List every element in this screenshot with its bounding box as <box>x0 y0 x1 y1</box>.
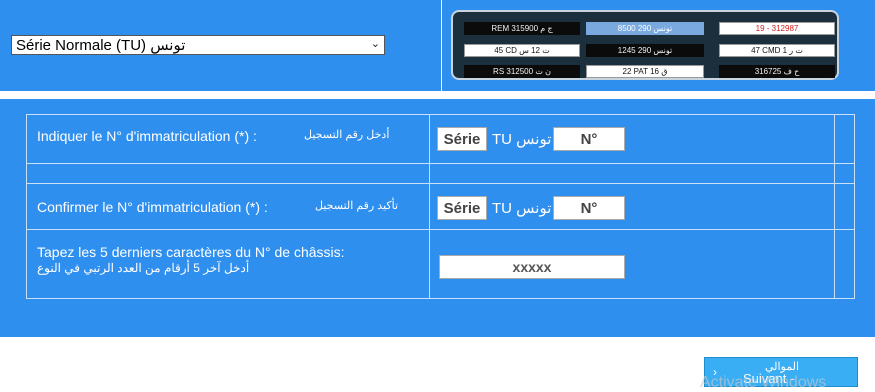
confirm-registration-label-ar: تأكيد رقم التسجيل <box>315 200 399 212</box>
indicate-registration-label-ar: أدخل رقم التسجيل <box>304 129 390 141</box>
confirm-serie-field[interactable]: Série <box>437 196 487 220</box>
series-select-value: Série Normale (TU) تونس <box>16 37 186 54</box>
chassis-label-ar: أدخل آخر 5 أرقام من العدد الرتبي في النو… <box>37 261 250 275</box>
chassis-input[interactable]: xxxxx <box>439 255 625 279</box>
plate-examples-panel: REM 315900 ج م 8500 تونس 290 19 - 312987… <box>451 10 839 80</box>
plate-example: REM 315900 ج م <box>464 22 580 35</box>
indicate-tu-label: TU تونس <box>492 131 552 148</box>
plate-example: 8500 تونس 290 <box>586 22 704 35</box>
column-divider <box>429 114 430 299</box>
plate-example: 45 CD ت 12 س <box>464 44 580 57</box>
plate-example: 22 PAT ق 16 <box>586 65 704 78</box>
confirm-registration-label: Confirmer le N° d'immatriculation (*) : <box>37 199 268 215</box>
plate-example: 19 - 312987 <box>719 22 835 35</box>
top-divider <box>441 0 442 91</box>
chevron-down-icon: ⌄ <box>370 38 380 50</box>
plate-example: 1245 تونس 290 <box>586 44 704 57</box>
confirm-number-field[interactable]: N° <box>553 196 625 220</box>
row-divider <box>26 163 855 164</box>
chassis-label: Tapez les 5 derniers caractères du N° de… <box>37 244 345 260</box>
plate-example: 47 CMD ت ر 1 <box>719 44 835 57</box>
indicate-registration-label: Indiquer le N° d'immatriculation (*) : <box>37 128 257 144</box>
plate-example: RS 312500 ن ت <box>464 65 580 78</box>
row-divider <box>26 183 855 184</box>
indicate-number-field[interactable]: N° <box>553 127 625 151</box>
confirm-tu-label: TU تونس <box>492 200 552 217</box>
series-select[interactable]: Série Normale (TU) تونس ⌄ <box>11 35 385 55</box>
row-divider <box>26 229 855 230</box>
windows-watermark: Activate Windows <box>700 374 827 391</box>
column-divider <box>834 114 835 299</box>
plate-example: ح ف 316725 <box>719 65 835 78</box>
indicate-serie-field[interactable]: Série <box>437 127 487 151</box>
